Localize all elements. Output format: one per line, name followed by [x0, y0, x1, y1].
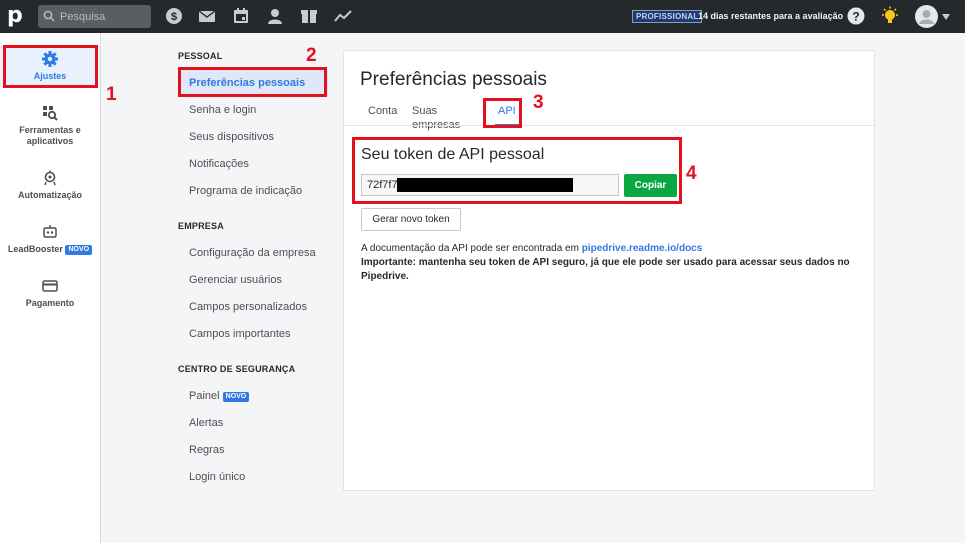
search-icon	[43, 10, 55, 22]
generate-token-button[interactable]: Gerar novo token	[361, 208, 461, 231]
insights-icon[interactable]	[334, 7, 352, 25]
annotation-number-2: 2	[306, 45, 317, 66]
lightbulb-icon[interactable]	[880, 6, 900, 26]
annotation-number-3: 3	[533, 92, 544, 113]
chevron-down-icon[interactable]	[942, 14, 950, 20]
sidebar-item-pagamento[interactable]: Pagamento	[0, 278, 100, 309]
menu-item-config-empresa[interactable]: Configuração da empresa	[178, 240, 328, 266]
svg-text:$: $	[171, 11, 177, 23]
card-icon	[42, 280, 58, 292]
menu-item-dispositivos[interactable]: Seus dispositivos	[178, 124, 328, 150]
pipedrive-logo[interactable]: p	[7, 5, 27, 28]
menu-item-gerenciar-usuarios[interactable]: Gerenciar usuários	[178, 267, 328, 293]
sidebar-item-leadbooster[interactable]: LeadBooster NOVO	[0, 224, 100, 255]
contacts-icon[interactable]	[266, 7, 284, 25]
section-title-seguranca: CENTRO DE SEGURANÇA	[178, 364, 296, 374]
warning-text: Importante: mantenha seu token de API se…	[361, 257, 850, 282]
svg-text:?: ?	[852, 10, 859, 24]
sidebar-item-automatizacao[interactable]: Automatização	[0, 170, 100, 201]
settings-menu: PESSOAL Preferências pessoais Senha e lo…	[101, 33, 333, 543]
tools-icon	[43, 106, 58, 121]
sidebar-label: LeadBooster NOVO	[0, 244, 100, 255]
search-input[interactable]	[60, 8, 146, 25]
tabs-divider	[344, 125, 874, 126]
preferences-panel: Preferências pessoais Conta Suas empresa…	[343, 50, 875, 491]
trial-text[interactable]: 14 dias restantes para a avaliação	[698, 10, 843, 23]
mail-icon[interactable]	[198, 7, 216, 25]
menu-item-senha-login[interactable]: Senha e login	[178, 97, 328, 123]
menu-item-indicacao[interactable]: Programa de indicação	[178, 178, 328, 204]
menu-item-notificacoes[interactable]: Notificações	[178, 151, 328, 177]
calendar-icon[interactable]	[232, 7, 250, 25]
tab-suas-empresas[interactable]: Suas empresas	[412, 104, 460, 131]
robot-icon	[43, 225, 57, 238]
new-badge: NOVO	[65, 245, 93, 255]
section-title-empresa: EMPRESA	[178, 221, 224, 231]
painel-label: Painel	[189, 390, 220, 402]
deals-icon[interactable]: $	[165, 7, 183, 25]
annotation-box-3	[483, 98, 522, 128]
plan-badge[interactable]: PROFISSIONAL	[632, 10, 703, 23]
top-bar: p $ PROFISSIONAL 14 dias restantes para …	[0, 0, 965, 33]
menu-item-regras[interactable]: Regras	[178, 437, 328, 463]
annotation-number-4: 4	[686, 163, 697, 184]
annotation-number-1: 1	[106, 84, 117, 105]
menu-item-campos-personalizados[interactable]: Campos personalizados	[178, 294, 328, 320]
menu-item-painel[interactable]: Painel NOVO	[178, 383, 328, 409]
search-box[interactable]	[38, 5, 151, 28]
leadbooster-label: LeadBooster	[7, 244, 63, 254]
sidebar-label: Automatização	[17, 190, 82, 200]
sidebar-label: Pagamento	[25, 298, 75, 308]
products-icon[interactable]	[300, 7, 318, 25]
menu-item-login-unico[interactable]: Login único	[178, 464, 328, 490]
annotation-box-2	[178, 67, 327, 97]
page-title: Preferências pessoais	[360, 69, 547, 90]
api-doc-text: A documentação da API pode ser encontrad…	[361, 242, 861, 284]
tab-conta[interactable]: Conta	[368, 104, 397, 126]
menu-item-alertas[interactable]: Alertas	[178, 410, 328, 436]
menu-item-campos-importantes[interactable]: Campos importantes	[178, 321, 328, 347]
help-icon[interactable]: ?	[847, 7, 865, 25]
annotation-box-1	[3, 45, 98, 88]
main-sidebar: Ajustes Ferramentas e aplicativos Automa…	[0, 33, 101, 543]
doc-text: A documentação da API pode ser encontrad…	[361, 243, 582, 254]
section-title-pessoal: PESSOAL	[178, 51, 223, 61]
automation-icon	[44, 170, 56, 186]
avatar[interactable]	[915, 5, 938, 28]
doc-link[interactable]: pipedrive.readme.io/docs	[582, 243, 703, 254]
sidebar-item-ferramentas[interactable]: Ferramentas e aplicativos	[0, 105, 100, 147]
new-badge: NOVO	[222, 392, 250, 402]
annotation-box-4	[352, 137, 682, 204]
sidebar-label: Ferramentas e aplicativos	[19, 125, 81, 146]
